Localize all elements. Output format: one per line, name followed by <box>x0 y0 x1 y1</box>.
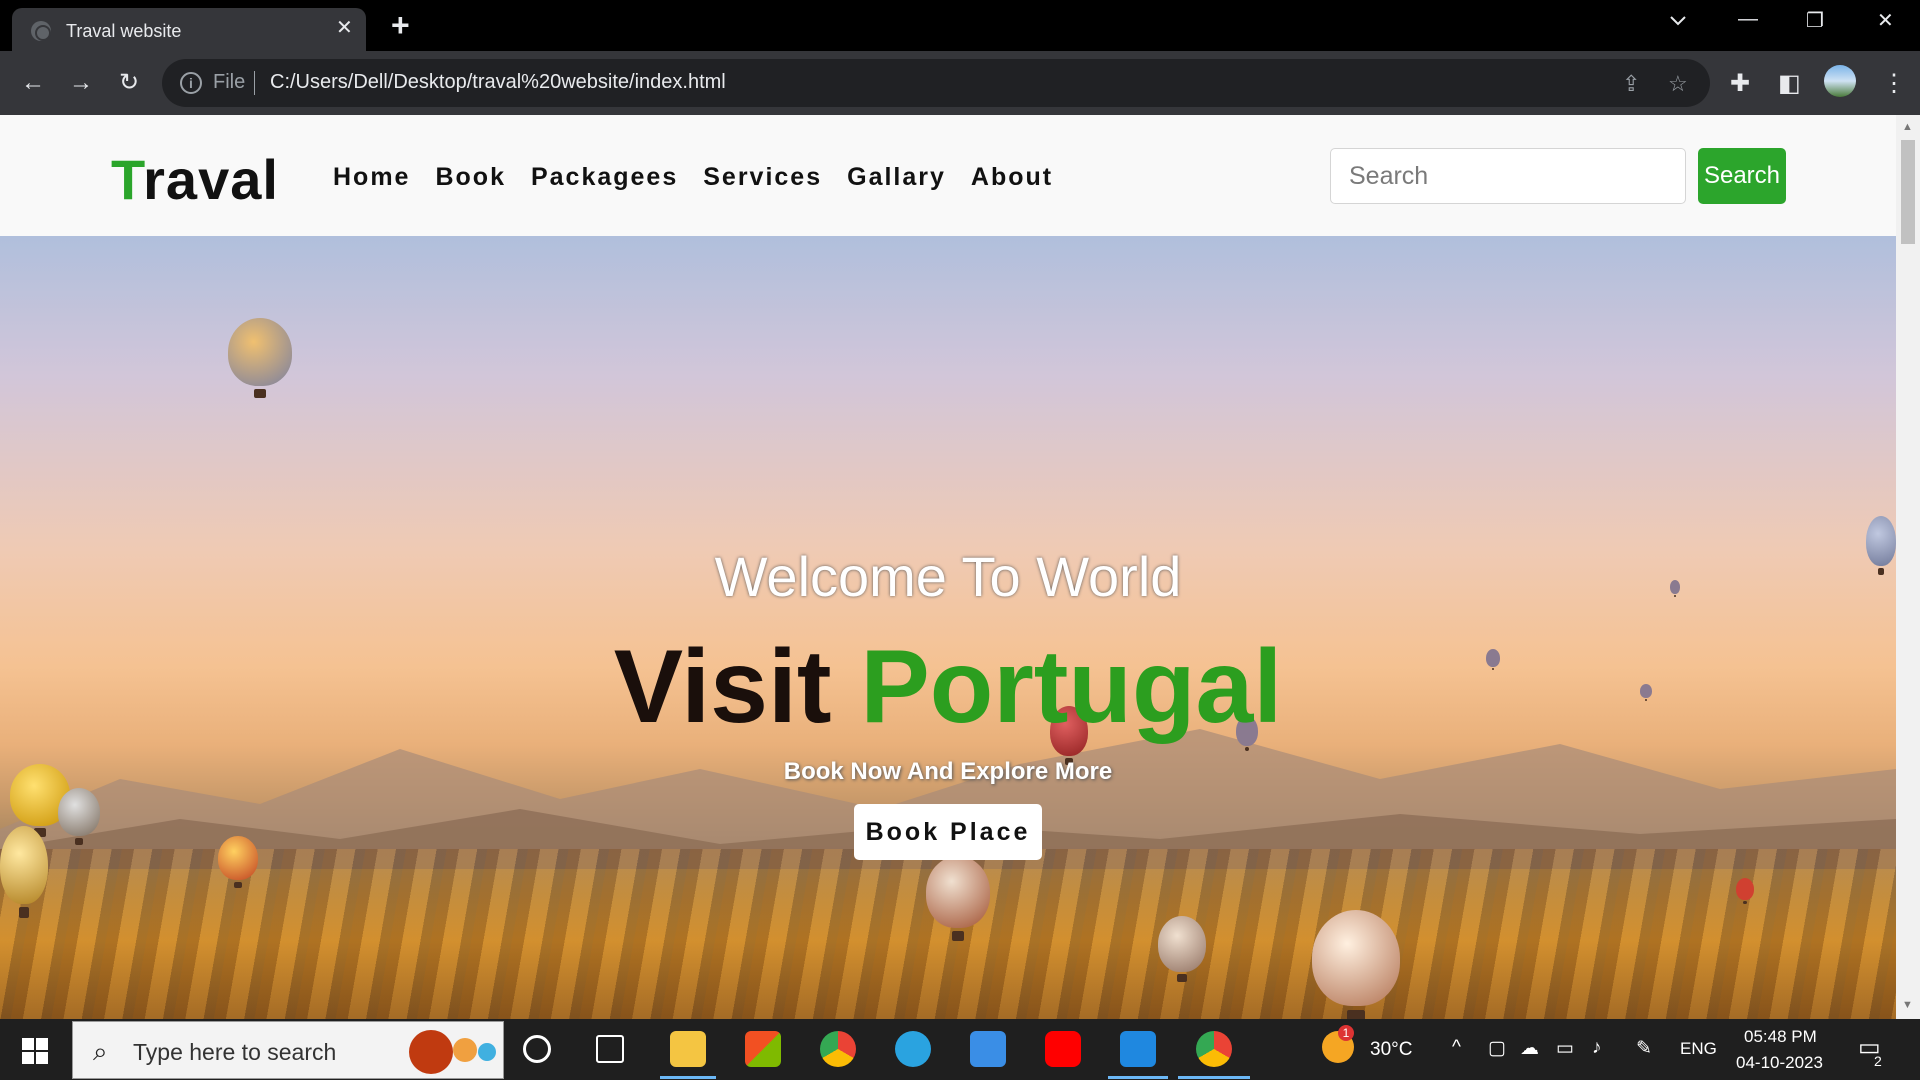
page-viewport: Traval Home Book Packagees Services Gall… <box>0 115 1920 1019</box>
scroll-thumb[interactable] <box>1901 140 1915 244</box>
balloon <box>0 826 48 919</box>
browser-toolbar: ← → ↻ i File C:/Users/Dell/Desktop/trava… <box>0 51 1920 115</box>
app-active-indicator <box>660 1076 716 1079</box>
battery-icon[interactable]: ▭ <box>1556 1037 1574 1060</box>
file-explorer-icon[interactable] <box>670 1031 706 1067</box>
clock-time[interactable]: 05:48 PM <box>1744 1027 1817 1047</box>
menu-item-about[interactable]: About <box>971 163 1053 192</box>
minimize-icon[interactable]: — <box>1738 8 1758 31</box>
tray-chevron-icon[interactable]: ^ <box>1452 1037 1461 1059</box>
menu-item-home[interactable]: Home <box>333 163 410 192</box>
chrome-active-icon[interactable] <box>1196 1031 1232 1067</box>
side-panel-icon[interactable]: ◧ <box>1778 69 1801 98</box>
windows-start-icon[interactable] <box>22 1038 48 1064</box>
app-active-indicator <box>1108 1076 1168 1079</box>
youtube-icon[interactable] <box>1045 1031 1081 1067</box>
planets-illustration <box>409 1030 496 1074</box>
telegram-icon[interactable] <box>895 1031 931 1067</box>
windows-taskbar: ⌕ Type here to search 1 30°C ^ ▢ ☁ ▭ ♪ ✎… <box>0 1019 1920 1080</box>
balloon <box>1158 916 1206 983</box>
menu-item-book[interactable]: Book <box>435 163 506 192</box>
cortana-icon[interactable] <box>523 1035 551 1063</box>
chrome-icon[interactable] <box>820 1031 856 1067</box>
reload-icon[interactable]: ↻ <box>110 64 148 102</box>
clock-date[interactable]: 04-10-2023 <box>1736 1053 1823 1073</box>
forward-arrow-icon[interactable]: → <box>62 64 100 102</box>
meet-icon[interactable]: ▢ <box>1488 1037 1506 1060</box>
site-search-button[interactable]: Search <box>1698 148 1786 204</box>
balloon <box>58 788 100 845</box>
balloon <box>218 836 258 888</box>
mail-icon[interactable] <box>970 1031 1006 1067</box>
tab-search-chevron-icon[interactable] <box>1668 10 1688 30</box>
logo-rest: raval <box>143 148 279 211</box>
back-arrow-icon[interactable]: ← <box>14 64 52 102</box>
onedrive-icon[interactable]: ☁ <box>1520 1037 1539 1060</box>
extensions-icon[interactable]: ✚ <box>1730 69 1750 98</box>
language-indicator[interactable]: ENG <box>1680 1039 1717 1059</box>
scroll-up-icon[interactable]: ▲ <box>1902 121 1913 133</box>
file-label: File <box>213 71 246 93</box>
task-view-icon[interactable] <box>596 1035 624 1063</box>
close-window-icon[interactable]: ✕ <box>1877 8 1894 33</box>
hero-title: Visit Portugal <box>0 628 1896 747</box>
site-menu: Home Book Packagees Services Gallary Abo… <box>333 163 1078 192</box>
tab-close-icon[interactable]: ✕ <box>336 18 353 38</box>
tab-title: Traval website <box>66 21 182 41</box>
site-navbar: Traval Home Book Packagees Services Gall… <box>0 115 1896 236</box>
hero-subtitle: Book Now And Explore More <box>783 758 1113 785</box>
balloon <box>1736 878 1754 904</box>
hero-welcome-text: Welcome To World <box>714 545 1182 608</box>
menu-item-packagees[interactable]: Packagees <box>531 163 678 192</box>
vscode-icon[interactable] <box>1120 1031 1156 1067</box>
pen-icon[interactable]: ✎ <box>1636 1037 1652 1060</box>
search-icon: ⌕ <box>93 1036 108 1066</box>
menu-item-services[interactable]: Services <box>703 163 822 192</box>
weather-badge: 1 <box>1338 1025 1354 1041</box>
browser-tab[interactable]: Traval website ✕ <box>12 8 366 51</box>
info-icon[interactable]: i <box>180 72 202 94</box>
omnibox-divider <box>254 71 255 95</box>
notifications-count: 2 <box>1874 1053 1882 1069</box>
hero-title-main: Visit <box>613 629 832 745</box>
menu-item-gallary[interactable]: Gallary <box>847 163 946 192</box>
balloon <box>1312 910 1400 1019</box>
hero-title-accent: Portugal <box>860 629 1283 745</box>
taskbar-search-placeholder: Type here to search <box>133 1039 337 1065</box>
app-active-indicator <box>1178 1076 1250 1079</box>
microsoft-store-icon[interactable] <box>745 1031 781 1067</box>
volume-icon[interactable]: ♪ <box>1592 1037 1602 1059</box>
taskbar-search-box[interactable]: ⌕ Type here to search <box>72 1021 504 1079</box>
restore-icon[interactable]: ❐ <box>1806 8 1824 33</box>
address-bar[interactable]: i File C:/Users/Dell/Desktop/traval%20we… <box>162 59 1710 107</box>
menu-kebab-icon[interactable]: ⋮ <box>1882 69 1906 98</box>
profile-avatar[interactable] <box>1824 65 1856 97</box>
globe-icon <box>31 21 51 41</box>
star-icon[interactable]: ☆ <box>1668 71 1688 97</box>
share-icon[interactable]: ⇪ <box>1622 71 1640 97</box>
balloon <box>926 856 990 941</box>
hero-banner: Welcome To World Visit Portugal Book Now… <box>0 236 1896 1019</box>
url-text[interactable]: C:/Users/Dell/Desktop/traval%20website/i… <box>270 71 726 94</box>
weather-temperature[interactable]: 30°C <box>1370 1039 1412 1061</box>
site-logo[interactable]: Traval <box>111 147 279 212</box>
browser-tabstrip: Traval website ✕ + — ❐ ✕ <box>0 0 1920 51</box>
new-tab-icon[interactable]: + <box>391 9 410 41</box>
balloon <box>228 318 292 399</box>
scroll-down-icon[interactable]: ▼ <box>1902 999 1913 1011</box>
book-place-button[interactable]: Book Place <box>854 804 1042 860</box>
site-search-input[interactable] <box>1330 148 1686 204</box>
page-scrollbar[interactable]: ▲ ▼ <box>1896 115 1920 1019</box>
logo-first-letter: T <box>111 148 144 211</box>
